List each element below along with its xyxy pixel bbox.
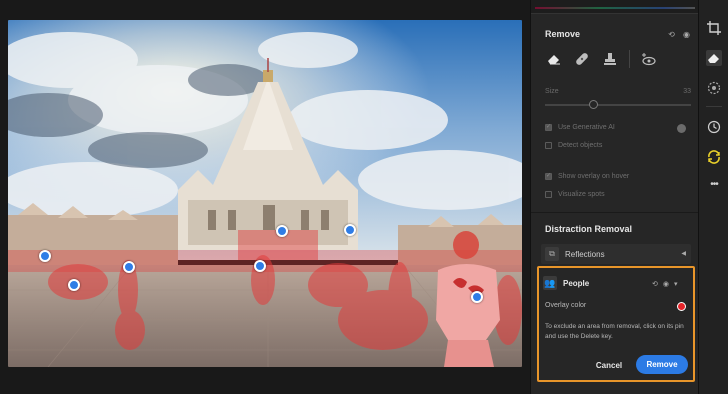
size-slider-knob[interactable]: [588, 100, 598, 109]
people-help-text: To exclude an area from removal, click o…: [545, 323, 684, 340]
tool-divider: [629, 50, 630, 68]
size-label: Size: [545, 88, 559, 95]
size-slider[interactable]: [545, 100, 691, 109]
visibility-icon[interactable]: ◉: [682, 30, 691, 39]
bandage-icon[interactable]: [573, 50, 591, 68]
edit-panel: Remove ⟲ ◉ Size 33 ✓ Use Generative AI D…: [530, 0, 699, 394]
photo-editor-app: Remove ⟲ ◉ Size 33 ✓ Use Generative AI D…: [0, 0, 728, 394]
detect-objects-checkbox[interactable]: [545, 142, 552, 149]
more-icon[interactable]: •••: [706, 176, 722, 192]
remove-button[interactable]: Remove: [636, 355, 688, 374]
remove-tool-row: [545, 50, 658, 68]
show-overlay-checkbox[interactable]: ✓: [545, 173, 552, 180]
eye-plus-icon[interactable]: [640, 50, 658, 68]
use-gen-ai-checkbox[interactable]: ✓: [545, 124, 552, 131]
tool-strip-divider: [706, 106, 722, 107]
people-header-icons: ⟲ ◉ ▾: [652, 280, 678, 288]
temple-photo: [8, 20, 522, 367]
distraction-removal-title: Distraction Removal: [545, 224, 633, 234]
tool-strip: •••: [698, 0, 728, 394]
chevron-left-icon[interactable]: ◀: [681, 250, 686, 257]
visualize-spots-checkbox[interactable]: [545, 191, 552, 198]
reflections-row[interactable]: ⧉ Reflections ◀: [541, 244, 691, 264]
eraser-icon[interactable]: [545, 50, 563, 68]
histogram: [531, 0, 699, 14]
remove-title: Remove: [545, 29, 581, 39]
show-overlay-label: Show overlay on hover: [558, 173, 630, 180]
overlay-color-swatch[interactable]: [677, 302, 686, 311]
crop-icon[interactable]: [706, 20, 722, 36]
gen-ai-badge-icon: [677, 124, 686, 133]
use-gen-ai-row[interactable]: ✓ Use Generative AI: [545, 124, 615, 131]
show-overlay-row[interactable]: ✓ Show overlay on hover: [545, 173, 629, 180]
person-pin[interactable]: [39, 250, 51, 262]
stamp-icon[interactable]: [601, 50, 619, 68]
presets-icon[interactable]: [706, 149, 722, 165]
overlay-color-label: Overlay color: [545, 302, 587, 309]
detect-objects-label: Detect objects: [558, 142, 603, 149]
photo-canvas[interactable]: [8, 20, 522, 367]
chevron-down-icon[interactable]: ▾: [674, 280, 678, 288]
size-value: 33: [683, 88, 691, 95]
reflections-icon: ⧉: [545, 247, 559, 261]
reset-icon[interactable]: ⟲: [652, 280, 658, 288]
section-divider: [531, 212, 699, 213]
visualize-spots-row[interactable]: Visualize spots: [545, 191, 605, 198]
people-icon: 👥: [543, 276, 557, 290]
people-section: 👥 People ⟲ ◉ ▾ Overlay color To exclude …: [537, 266, 695, 382]
reflections-label: Reflections: [565, 249, 605, 259]
eraser-icon[interactable]: [706, 50, 722, 66]
reset-icon[interactable]: ⟲: [667, 30, 676, 39]
masking-icon[interactable]: [706, 80, 722, 96]
person-pin[interactable]: [254, 260, 266, 272]
visibility-icon[interactable]: ◉: [663, 280, 669, 288]
person-pin[interactable]: [68, 279, 80, 291]
person-pin[interactable]: [344, 224, 356, 236]
cancel-button[interactable]: Cancel: [589, 356, 629, 374]
canvas-area: [0, 0, 530, 394]
use-gen-ai-label: Use Generative AI: [558, 124, 615, 131]
person-pin[interactable]: [276, 225, 288, 237]
person-pin[interactable]: [471, 291, 483, 303]
people-label: People: [563, 279, 590, 288]
person-pin[interactable]: [123, 261, 135, 273]
detect-objects-row[interactable]: Detect objects: [545, 142, 602, 149]
history-icon[interactable]: [706, 119, 722, 135]
remove-header-icons: ⟲ ◉: [667, 30, 691, 39]
visualize-spots-label: Visualize spots: [558, 191, 605, 198]
